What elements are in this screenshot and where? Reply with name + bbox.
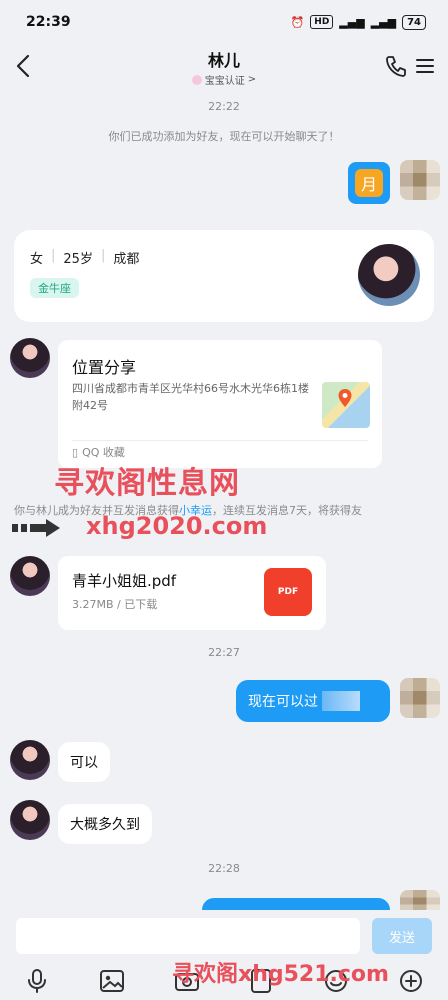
microphone-icon[interactable] (24, 968, 50, 994)
month-sticker[interactable]: 月 (348, 162, 390, 204)
verified-label: 宝宝认证 (204, 76, 245, 87)
profile-avatar[interactable] (358, 244, 420, 306)
message-bubble-contact[interactable]: 大概多久到 (58, 804, 152, 844)
verified-icon (191, 74, 202, 85)
send-button[interactable]: 发送 (372, 918, 432, 954)
timestamp: 22:22 (208, 100, 240, 113)
timestamp: 22:28 (208, 862, 240, 875)
contact-avatar[interactable] (10, 556, 50, 596)
bookmark-icon: ▯ (72, 445, 79, 459)
divider: | (51, 248, 56, 263)
profile-card[interactable]: 女 | 25岁 | 成都 金牛座 (14, 230, 434, 322)
signal-icon-2: ▂▄▆ (370, 15, 397, 29)
message-input[interactable] (16, 918, 360, 954)
message-text: 大概多久到 (70, 817, 140, 833)
profile-age: 25岁 (63, 252, 93, 267)
pdf-file-icon: PDF (264, 568, 312, 616)
menu-icon[interactable] (416, 56, 434, 76)
file-card[interactable]: 青羊小姐姐.pdf 3.27MB / 已下载 PDF (58, 556, 326, 630)
message-bubble-contact[interactable]: 可以 (58, 742, 110, 782)
verified-badge[interactable]: 宝宝认证 > (191, 72, 257, 87)
back-icon[interactable] (12, 52, 36, 80)
profile-gender: 女 (30, 252, 44, 267)
message-bubble-mine[interactable]: 现在可以过 (236, 680, 390, 722)
chat-title-block[interactable]: 林儿 宝宝认证 > (191, 47, 257, 87)
pixelated-area (322, 691, 360, 711)
status-bar: 22:39 ⏰ HD ▂▄▆ ▂▄▆ 74 (0, 0, 448, 44)
divider: | (100, 248, 106, 263)
message-text: 可以 (70, 755, 98, 771)
my-avatar[interactable] (400, 160, 440, 200)
battery-icon: 74 (402, 14, 426, 30)
file-meta: 3.27MB / 已下载 (72, 598, 158, 611)
status-time: 22:39 (26, 14, 71, 30)
alarm-icon: ⏰ (290, 15, 305, 29)
profile-city: 成都 (113, 252, 140, 267)
system-message-added: 你们已成功添加为好友，现在可以开始聊天了！ (108, 130, 340, 143)
map-thumbnail (322, 382, 370, 428)
location-address: 四川省成都市青羊区光华村66号水木光华6栋1楼附42号 (72, 382, 309, 412)
my-avatar[interactable] (400, 890, 440, 912)
contact-avatar[interactable] (10, 800, 50, 840)
chat-header: 林儿 宝宝认证 > (0, 44, 448, 90)
chevron-right-icon: > (247, 74, 257, 85)
timestamp: 22:27 (208, 646, 240, 659)
file-name: 青羊小姐姐.pdf (72, 572, 177, 590)
profile-info: 女 | 25岁 | 成都 (30, 248, 139, 267)
status-icons: ⏰ HD ▂▄▆ ▂▄▆ 74 (290, 14, 426, 30)
watermark-url: xhg2020.com (86, 512, 268, 540)
contact-avatar[interactable] (10, 740, 50, 780)
month-sticker-label: 月 (355, 169, 383, 197)
zodiac-tag: 金牛座 (30, 278, 79, 298)
divider (72, 440, 368, 441)
location-title: 位置分享 (72, 358, 137, 377)
arrow-right-icon (12, 519, 60, 537)
signal-icon: ▂▄▆ (339, 15, 365, 29)
map-pin-icon (338, 389, 352, 407)
watermark-bottom: 寻欢阁xhg521.com (172, 962, 389, 987)
contact-avatar[interactable] (10, 338, 50, 378)
message-text: 现在可以过 (248, 694, 318, 710)
my-avatar[interactable] (400, 678, 440, 718)
plus-icon[interactable] (398, 968, 424, 994)
location-share-card[interactable]: 位置分享 四川省成都市青羊区光华村66号水木光华6栋1楼附42号 ▯ QQ 收藏 (58, 340, 382, 468)
watermark-text: 寻欢阁性息网 (54, 466, 240, 501)
hd-icon: HD (310, 15, 334, 29)
phone-icon[interactable] (384, 54, 406, 78)
image-icon[interactable] (99, 968, 125, 994)
chat-title: 林儿 (207, 51, 240, 70)
